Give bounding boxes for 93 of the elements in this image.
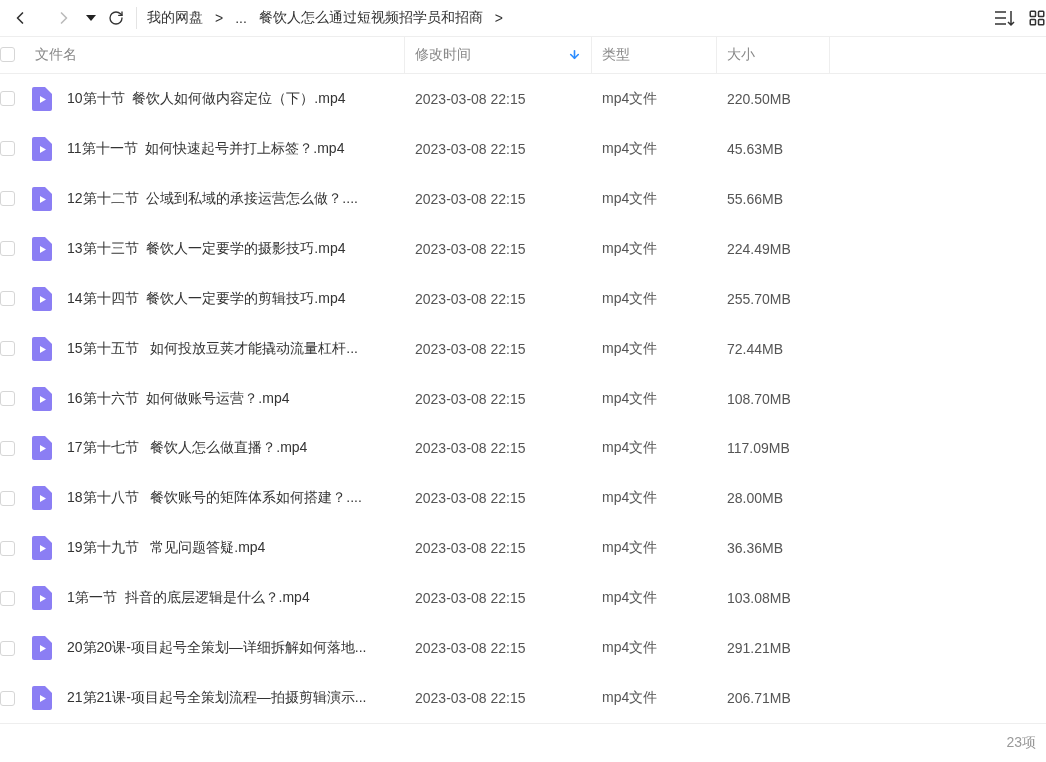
dropdown-button[interactable] xyxy=(86,14,96,21)
file-size: 291.21MB xyxy=(726,640,792,657)
column-header[interactable]: 修改时间 xyxy=(415,45,560,64)
row-checkbox[interactable] xyxy=(0,191,15,207)
file-name[interactable]: 18第十八节 餐饮账号的矩阵体系如何搭建？.... xyxy=(67,489,362,508)
file-name[interactable]: 17第十七节 餐饮人怎么做直播？.mp4 xyxy=(67,439,308,458)
modified-time: 2023-03-08 22:15 xyxy=(414,140,527,157)
video-file-icon xyxy=(32,686,52,711)
video-file-icon xyxy=(32,236,52,261)
file-name[interactable]: 1第一节 抖音的底层逻辑是什么？.mp4 xyxy=(67,589,310,608)
file-name[interactable]: 21第21课-项目起号全策划流程—拍摄剪辑演示... xyxy=(67,689,367,708)
breadcrumb-separator: > xyxy=(215,9,224,26)
file-size: 28.00MB xyxy=(726,490,785,507)
file-name[interactable]: 15第十五节 如何投放豆荚才能撬动流量杠杆... xyxy=(67,339,358,358)
row-checkbox[interactable] xyxy=(0,241,15,257)
file-type: mp4文件 xyxy=(601,289,659,308)
modified-time: 2023-03-08 22:15 xyxy=(414,340,527,357)
breadcrumb-link[interactable]: ... xyxy=(235,9,247,26)
file-size: 206.71MB xyxy=(726,690,792,707)
file-size: 72.44MB xyxy=(726,340,785,357)
video-file-icon xyxy=(32,336,52,361)
video-file-icon xyxy=(32,436,52,461)
video-file-icon xyxy=(32,286,52,311)
item-count: 23项 xyxy=(1006,734,1036,753)
file-type: mp4文件 xyxy=(601,89,659,108)
video-file-icon xyxy=(32,136,52,161)
file-name[interactable]: 16第十六节 如何做账号运营？.mp4 xyxy=(67,389,290,408)
row-checkbox[interactable] xyxy=(0,590,15,606)
file-type: mp4文件 xyxy=(601,489,659,508)
select-all-checkbox[interactable] xyxy=(0,47,15,63)
row-checkbox[interactable] xyxy=(0,341,15,357)
video-file-icon xyxy=(32,586,52,611)
row-checkbox[interactable] xyxy=(0,540,15,556)
file-type: mp4文件 xyxy=(601,589,659,608)
row-checkbox[interactable] xyxy=(0,391,15,406)
breadcrumb-link[interactable]: 餐饮人怎么通过短视频招学员和招商 xyxy=(258,8,483,27)
file-name[interactable]: 19第十九节 常见问题答疑.mp4 xyxy=(67,539,266,558)
file-type: mp4文件 xyxy=(601,689,659,708)
file-name[interactable]: 11第十一节 如何快速起号并打上标签？.mp4 xyxy=(67,139,345,158)
modified-time: 2023-03-08 22:15 xyxy=(414,90,527,107)
video-file-icon xyxy=(32,636,52,661)
file-type: mp4文件 xyxy=(601,389,659,408)
modified-time: 2023-03-08 22:15 xyxy=(414,640,527,657)
file-size: 220.50MB xyxy=(726,90,792,107)
grid-view-button[interactable] xyxy=(1028,8,1046,27)
file-name[interactable]: 12第十二节 公域到私域的承接运营怎么做？.... xyxy=(67,189,358,208)
column-header[interactable]: 大小 xyxy=(727,45,819,64)
file-name[interactable]: 10第十节 餐饮人如何做内容定位（下）.mp4 xyxy=(67,89,346,108)
row-checkbox[interactable] xyxy=(0,91,15,107)
file-name[interactable]: 14第十四节 餐饮人一定要学的剪辑技巧.mp4 xyxy=(67,289,346,308)
refresh-button[interactable] xyxy=(108,9,124,26)
file-name[interactable]: 13第十三节 餐饮人一定要学的摄影技巧.mp4 xyxy=(67,239,346,258)
row-checkbox[interactable] xyxy=(0,690,15,706)
row-checkbox[interactable] xyxy=(0,440,15,456)
column-header[interactable]: 类型 xyxy=(602,45,706,64)
file-size: 36.36MB xyxy=(726,540,785,557)
row-checkbox[interactable] xyxy=(0,640,15,656)
modified-time: 2023-03-08 22:15 xyxy=(414,690,527,707)
file-type: mp4文件 xyxy=(601,639,659,658)
modified-time: 2023-03-08 22:15 xyxy=(414,240,527,257)
file-type: mp4文件 xyxy=(601,339,659,358)
file-type: mp4文件 xyxy=(601,239,659,258)
file-size: 103.08MB xyxy=(726,590,792,607)
modified-time: 2023-03-08 22:15 xyxy=(414,540,527,557)
file-type: mp4文件 xyxy=(601,139,659,158)
sort-button[interactable] xyxy=(994,8,1016,27)
file-size: 224.49MB xyxy=(726,240,792,257)
file-size: 255.70MB xyxy=(726,290,792,307)
video-file-icon xyxy=(32,536,52,561)
modified-time: 2023-03-08 22:15 xyxy=(414,390,527,407)
column-header[interactable]: 文件名 xyxy=(35,45,394,64)
video-file-icon xyxy=(32,86,52,111)
modified-time: 2023-03-08 22:15 xyxy=(414,190,527,207)
file-size: 108.70MB xyxy=(726,390,792,407)
breadcrumb-link[interactable]: 我的网盘 xyxy=(147,8,203,27)
file-name[interactable]: 20第20课-项目起号全策划—详细拆解如何落地... xyxy=(67,639,367,658)
modified-time: 2023-03-08 22:15 xyxy=(414,290,527,307)
breadcrumb-separator: > xyxy=(494,9,504,26)
modified-time: 2023-03-08 22:15 xyxy=(414,590,527,607)
row-checkbox[interactable] xyxy=(0,490,15,506)
row-checkbox[interactable] xyxy=(0,291,15,307)
file-type: mp4文件 xyxy=(601,189,659,208)
file-size: 45.63MB xyxy=(726,140,785,157)
modified-time: 2023-03-08 22:15 xyxy=(414,440,527,457)
video-file-icon xyxy=(32,186,52,211)
file-type: mp4文件 xyxy=(601,439,659,458)
video-file-icon xyxy=(32,486,52,511)
file-type: mp4文件 xyxy=(601,539,659,558)
row-checkbox[interactable] xyxy=(0,141,15,157)
modified-time: 2023-03-08 22:15 xyxy=(414,490,527,507)
file-size: 55.66MB xyxy=(726,190,785,207)
video-file-icon xyxy=(32,386,52,411)
file-size: 117.09MB xyxy=(726,440,791,457)
